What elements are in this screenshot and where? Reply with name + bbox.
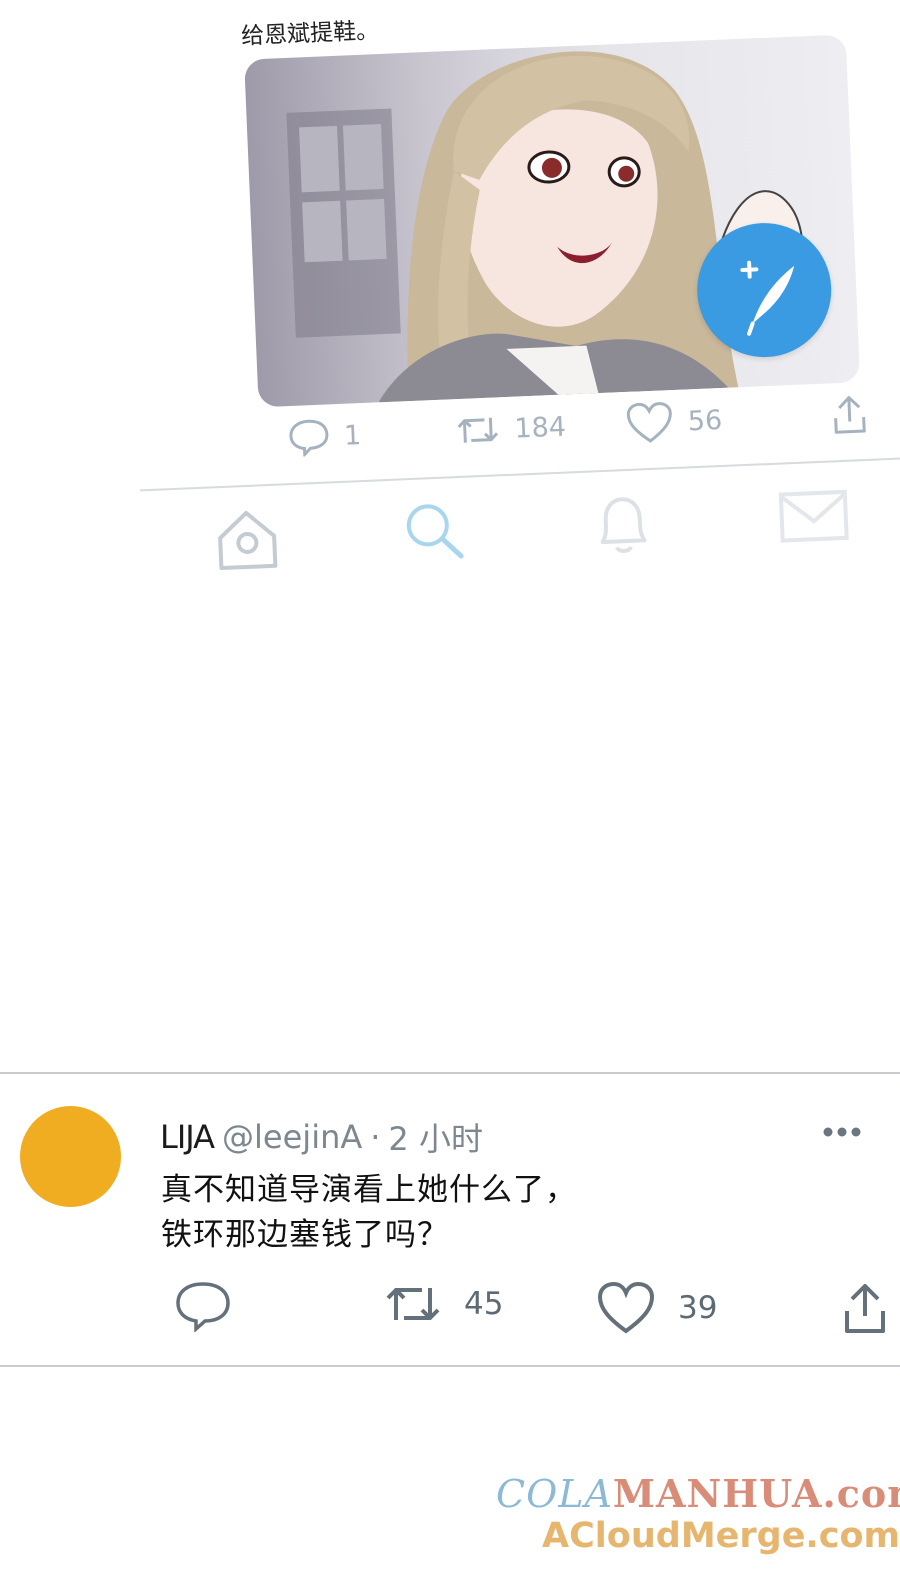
user-handle[interactable]: @leejinA (222, 1118, 362, 1156)
retweet-icon (457, 417, 498, 443)
retweet-icon (386, 1288, 440, 1320)
divider-top (0, 1072, 900, 1074)
separator-dot: · (370, 1118, 381, 1156)
watermark-line2: ACloudMerge.com (542, 1516, 900, 1556)
tweet-header: LIJA @leejinA · 2 小时 (160, 1114, 483, 1160)
watermark-line1: COLAMANHUA.com (496, 1472, 900, 1516)
retweet-count: 45 (464, 1286, 504, 1322)
share-button[interactable] (842, 1280, 888, 1336)
retweet-count: 184 (513, 411, 567, 445)
tweet-text-line: 真不知道导演看上她什么了， (161, 1172, 577, 1208)
like-count: 56 (687, 404, 723, 437)
previous-tweet-panel: 给恩斌提鞋。 1 184 56 (120, 0, 900, 619)
divider-bottom (0, 1365, 900, 1367)
compose-tweet-button[interactable] (694, 220, 834, 360)
watermark: COLAMANHUA.com ACloudMerge.com (496, 1475, 900, 1554)
reply-button[interactable]: 1 (287, 412, 455, 458)
home-icon[interactable] (211, 504, 284, 577)
more-options-icon[interactable] (820, 1122, 864, 1142)
retweet-button[interactable]: 184 (454, 406, 627, 449)
retweet-button[interactable]: 45 (384, 1280, 503, 1328)
timestamp: 2 小时 (388, 1120, 483, 1158)
tweet-text: 真不知道导演看上她什么了， 铁环那边塞钱了吗？ (161, 1168, 577, 1258)
like-button[interactable]: 39 (596, 1280, 717, 1336)
watermark-part1: COLA (496, 1472, 613, 1516)
heart-icon (597, 1281, 655, 1334)
share-icon (845, 1284, 885, 1333)
reply-icon (289, 419, 329, 458)
bottom-tab-bar (210, 470, 853, 587)
reply-count: 1 (343, 419, 362, 452)
heart-icon (627, 402, 672, 443)
watermark-part2: MANHUA.com (612, 1471, 900, 1516)
like-count: 39 (678, 1290, 718, 1326)
share-button[interactable] (831, 393, 869, 436)
mail-icon[interactable] (774, 480, 853, 553)
share-icon (834, 396, 866, 434)
tweet-actions: 45 39 (170, 1280, 890, 1344)
avatar[interactable] (20, 1106, 121, 1207)
reply-button[interactable] (174, 1280, 232, 1332)
reply-icon (176, 1282, 230, 1332)
search-icon[interactable] (399, 496, 472, 569)
tweet-caption: 给恩斌提鞋。 (240, 17, 380, 50)
like-button[interactable]: 56 (625, 393, 833, 446)
feather-plus-icon (740, 260, 795, 336)
bell-icon[interactable] (586, 488, 659, 561)
user-name[interactable]: LIJA (160, 1118, 215, 1156)
tweet-text-line: 铁环那边塞钱了吗？ (161, 1217, 449, 1253)
